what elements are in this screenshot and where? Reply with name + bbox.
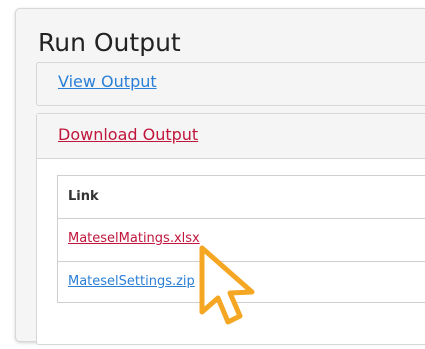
pointer-cursor-icon	[199, 245, 255, 325]
table-header-link: Link	[68, 189, 99, 204]
panel-title: Run Output	[38, 28, 181, 57]
file-link-settings[interactable]: MateselSettings.zip	[68, 274, 195, 289]
view-output-link[interactable]: View Output	[58, 72, 157, 91]
file-link-matings[interactable]: MateselMatings.xlsx	[68, 231, 200, 246]
page-frame: Run Output View Output Download Output L…	[0, 0, 425, 349]
table-header: Link	[58, 176, 425, 219]
download-output-header[interactable]: Download Output	[37, 114, 425, 159]
view-output-section[interactable]: View Output	[36, 62, 425, 106]
download-output-link[interactable]: Download Output	[58, 125, 198, 144]
